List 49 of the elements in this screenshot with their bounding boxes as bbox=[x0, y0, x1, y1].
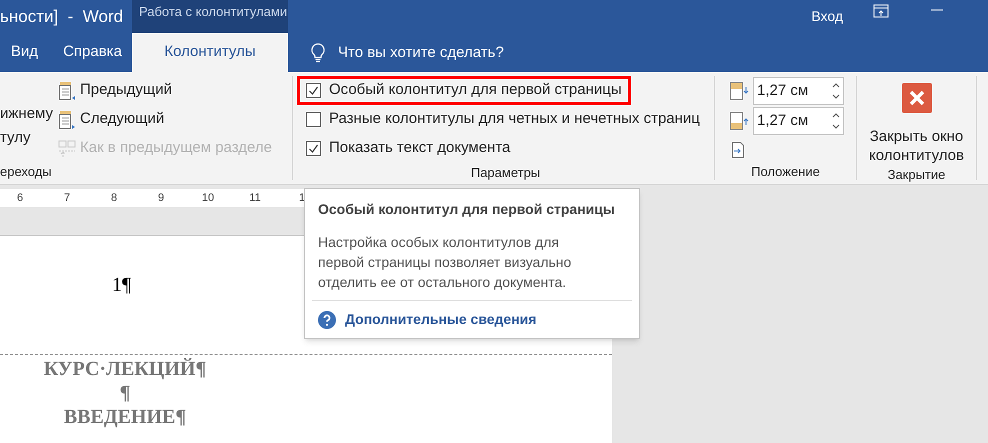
option-checkbox-row[interactable]: Показать текст документа bbox=[297, 134, 520, 163]
spin-arrows-icon[interactable] bbox=[832, 81, 840, 101]
option-checkbox-row[interactable]: Разные колонтитулы для четных и нечетных страниц bbox=[297, 105, 709, 134]
ribbon-tab[interactable]: Справка bbox=[53, 33, 132, 72]
checkbox[interactable] bbox=[306, 112, 321, 127]
footer-position-icon bbox=[729, 111, 749, 131]
window-title: ьности] - Word bbox=[0, 6, 124, 28]
spin-field[interactable]: 1,27 см bbox=[753, 77, 844, 105]
ruler-number: 8 bbox=[110, 190, 118, 206]
page-number: 1¶ bbox=[112, 273, 132, 298]
ruler-number: 9 bbox=[156, 190, 166, 206]
ruler-number: 6 bbox=[16, 190, 24, 206]
header-position-icon bbox=[729, 81, 749, 101]
document-line: ¶ bbox=[120, 381, 130, 405]
document-line: КУРС·ЛЕКЦИЙ¶ bbox=[44, 357, 206, 381]
insert-alignment-tab-icon[interactable] bbox=[731, 141, 745, 159]
group-label: Положение bbox=[750, 163, 821, 180]
page-arrow-icon bbox=[58, 80, 76, 100]
close-header-footer-button[interactable]: Закрыть окно колонтитулов bbox=[857, 76, 976, 165]
ruler-number: 11 bbox=[248, 190, 262, 206]
spin-arrows-icon[interactable] bbox=[832, 111, 840, 131]
nav-button[interactable]: Следующий bbox=[58, 107, 272, 132]
tooltip-description: Настройка особых колонтитулов для первой страницы позволяет визуально отделить ее от остального документа. bbox=[318, 233, 572, 292]
ribbon-tab[interactable]: Вид bbox=[0, 33, 53, 72]
help-icon bbox=[318, 310, 336, 328]
footer-nav-button[interactable]: ижнему тулу bbox=[0, 102, 58, 150]
option-checkbox-row[interactable]: Особый колонтитул для первой страницы bbox=[297, 76, 631, 105]
ribbon-display-icon[interactable] bbox=[873, 4, 889, 18]
ribbon-tab[interactable]: Колонтитулы bbox=[132, 33, 288, 72]
minimize-icon[interactable] bbox=[931, 9, 943, 11]
sign-in-button[interactable]: Вход bbox=[799, 0, 855, 33]
page-arrow-icon bbox=[58, 110, 76, 130]
checkbox[interactable] bbox=[306, 141, 321, 156]
lightbulb-icon bbox=[310, 43, 326, 63]
close-icon bbox=[902, 83, 932, 113]
tell-me-field[interactable]: Что вы хотите сделать? bbox=[338, 33, 504, 72]
link-sections-icon bbox=[58, 140, 76, 158]
document-line: ВВЕДЕНИЕ¶ bbox=[64, 405, 186, 429]
spin-field[interactable]: 1,27 см bbox=[753, 107, 844, 135]
nav-button[interactable]: Предыдущий bbox=[58, 78, 272, 103]
ruler-number: 10 bbox=[200, 190, 216, 206]
ruler-number: 7 bbox=[62, 190, 72, 206]
checkbox[interactable] bbox=[306, 83, 321, 98]
more-info-link[interactable]: Дополнительные сведения bbox=[318, 309, 626, 330]
group-label: Параметры bbox=[470, 164, 542, 181]
context-tab-group: Работа с колонтитулами bbox=[132, 0, 288, 33]
group-label: ереходы bbox=[0, 163, 53, 180]
group-label: Закрытие bbox=[886, 166, 946, 183]
tooltip-title: Особый колонтитул для первой страницы bbox=[318, 200, 616, 219]
